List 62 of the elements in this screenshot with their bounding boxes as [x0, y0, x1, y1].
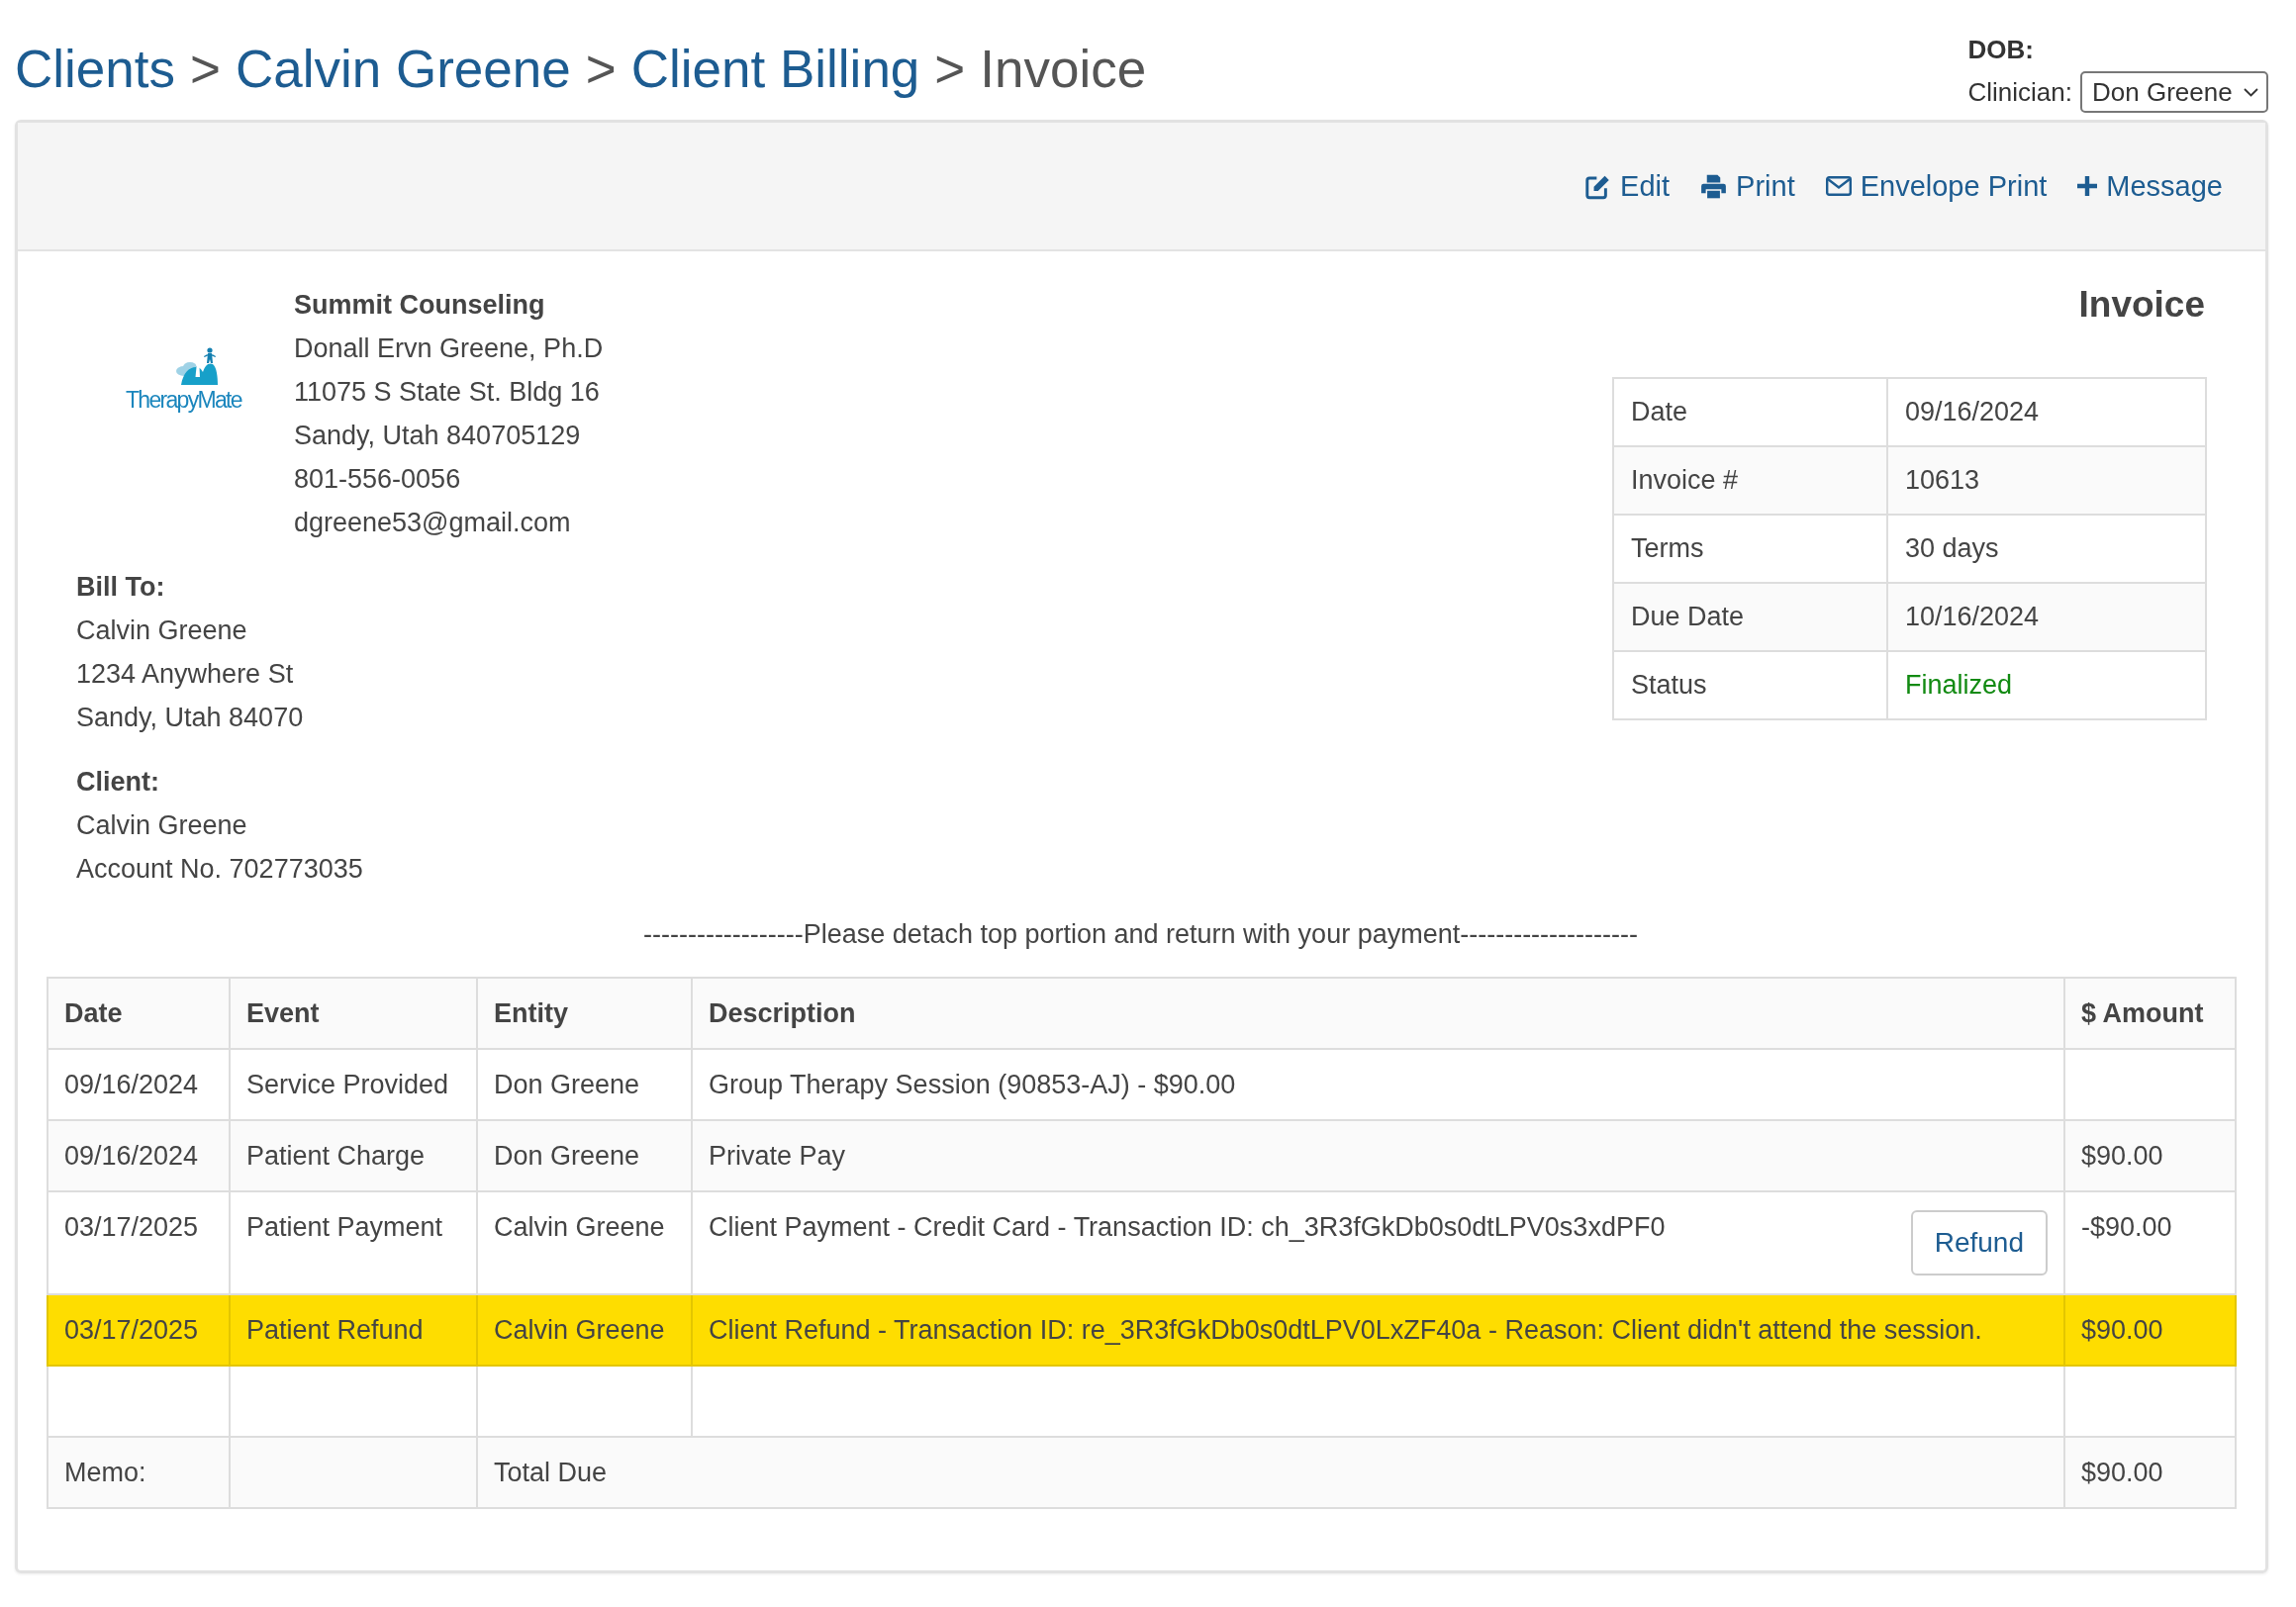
clinician-label: Clinician:: [1967, 77, 2072, 107]
breadcrumb-separator: >: [585, 39, 617, 100]
field-value: 10613: [1887, 446, 2206, 515]
column-header: Description: [692, 978, 2064, 1049]
bill-to-line: Calvin Greene: [76, 614, 248, 647]
bill-to-line: 1234 Anywhere St: [76, 658, 295, 691]
table-cell: $90.00: [2064, 1294, 2236, 1366]
table-cell: Total Due: [477, 1437, 2064, 1508]
section-heading: Bill To:: [76, 571, 166, 604]
status-value: Finalized: [1887, 651, 2206, 719]
field-label: Invoice #: [1613, 446, 1887, 515]
practice-info-line: Donall Ervn Greene, Ph.D: [294, 332, 604, 365]
breadcrumb-current: Invoice: [980, 39, 1147, 100]
column-header: $ Amount: [2064, 978, 2236, 1049]
message-link[interactable]: Message: [2077, 168, 2223, 204]
envelope-icon: [1825, 176, 1852, 196]
table-cell: Private Pay: [692, 1120, 2064, 1191]
practice-info-line: dgreene53@gmail.com: [294, 507, 572, 539]
column-header: Date: [48, 978, 230, 1049]
refund-button[interactable]: Refund: [1910, 1210, 2048, 1276]
clinician-select[interactable]: Don Greene: [2080, 71, 2268, 113]
field-value: 09/16/2024: [1887, 378, 2206, 446]
description-text: Client Payment - Credit Card - Transaction ID: ch_3R3fGkDb0s0dtLPV0s3xdPF0: [709, 1211, 1666, 1244]
printer-icon: [1700, 172, 1728, 200]
table-cell: Memo:: [48, 1437, 230, 1508]
detach-note: ------------------Please detach top portion and return with your payment--------------------: [642, 919, 1639, 949]
column-header: Entity: [477, 978, 692, 1049]
breadcrumb-separator: >: [934, 39, 966, 100]
dob-label: DOB:: [1967, 35, 2034, 64]
practice-name: Summit Counseling: [294, 289, 546, 322]
field-label: Date: [1613, 378, 1887, 446]
section-heading: Client:: [76, 766, 160, 799]
print-link[interactable]: Print: [1700, 168, 1795, 204]
table-cell: Patient Refund: [230, 1294, 477, 1366]
table-cell: Don Greene: [477, 1120, 692, 1191]
edit-link[interactable]: Edit: [1584, 168, 1671, 204]
table-cell: 09/16/2024: [48, 1120, 230, 1191]
invoice-title: Invoice: [2077, 283, 2205, 327]
logo: TherapyMate: [126, 347, 241, 415]
client-info-line: Calvin Greene: [76, 809, 248, 842]
client-info-line: Account No. 702773035: [76, 853, 364, 886]
practice-info-line: Sandy, Utah 840705129: [294, 420, 582, 452]
table-cell: $90.00: [2064, 1120, 2236, 1191]
field-label: Status: [1613, 651, 1887, 719]
breadcrumb-link[interactable]: Client Billing: [630, 38, 920, 101]
practice-info-line: 801-556-0056: [294, 463, 462, 496]
table-cell: $90.00: [2064, 1437, 2236, 1508]
column-header: Event: [230, 978, 477, 1049]
bill-to-line: Sandy, Utah 84070: [76, 702, 305, 734]
table-cell: 03/17/2025: [48, 1294, 230, 1366]
field-label: Due Date: [1613, 583, 1887, 651]
envelope-print-link[interactable]: Envelope Print: [1825, 168, 2048, 204]
plus-icon: [2077, 176, 2098, 196]
breadcrumb-link[interactable]: Clients: [15, 38, 175, 101]
table-cell: Calvin Greene: [477, 1294, 692, 1366]
breadcrumb-link[interactable]: Calvin Greene: [235, 38, 571, 101]
field-value: 10/16/2024: [1887, 583, 2206, 651]
table-cell: Client Refund - Transaction ID: re_3R3fGkDb0s0dtLPV0LxZF40a - Reason: Client didn't attend the session.: [692, 1294, 2064, 1366]
table-cell: Patient Charge: [230, 1120, 477, 1191]
practice-info-line: 11075 S State St. Bldg 16: [294, 376, 601, 409]
chevron-down-icon: [2244, 87, 2258, 97]
breadcrumb-separator: >: [190, 39, 221, 100]
